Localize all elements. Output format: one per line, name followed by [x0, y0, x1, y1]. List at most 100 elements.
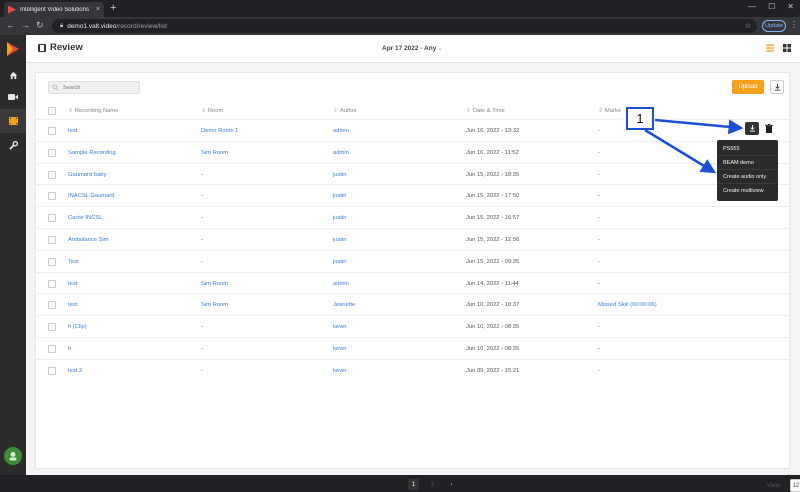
grid-view-icon[interactable] [782, 43, 792, 53]
cell-marker: - [598, 149, 600, 156]
cell-room[interactable]: Sim Room [201, 150, 228, 156]
row-checkbox[interactable] [48, 214, 56, 223]
close-window-icon[interactable]: ✕ [787, 2, 794, 11]
cell-name[interactable]: Carrie INCSL [68, 215, 102, 221]
page-button[interactable]: 1 [408, 479, 419, 490]
tab-close-icon[interactable]: × [96, 6, 100, 13]
new-tab-button[interactable]: + [110, 3, 116, 14]
next-page-icon[interactable]: › [446, 479, 457, 490]
row-checkbox[interactable] [48, 170, 56, 179]
column-header[interactable]: ⇕ Author [333, 108, 357, 114]
cell-name[interactable]: test [68, 128, 77, 134]
app-logo-icon[interactable] [5, 41, 21, 57]
select-all-checkbox[interactable] [48, 107, 56, 115]
list-view-icon[interactable] [765, 43, 775, 53]
cell-author[interactable]: admin [333, 150, 349, 156]
cell-room[interactable]: Sim Room [201, 302, 228, 308]
menu-item-create-multiview[interactable]: Create multiview [717, 184, 778, 198]
date-filter[interactable]: Apr 17 2022 - Any⌄ [382, 44, 443, 52]
cell-author[interactable]: kevin [333, 324, 347, 330]
cell-author[interactable]: Jeanette [333, 302, 355, 308]
table-row[interactable]: test Sim Room admin Jun 14, 2022 - 11:44 - [36, 271, 791, 294]
row-checkbox[interactable] [48, 366, 56, 375]
row-checkbox[interactable] [48, 323, 56, 332]
sidebar-item-record[interactable] [0, 85, 26, 109]
column-header[interactable]: ⇕ Date & Time [466, 108, 505, 114]
cell-name[interactable]: Gaumard baby [68, 172, 106, 178]
video-camera-icon [8, 94, 18, 100]
cell-room[interactable]: Sim Room [201, 281, 228, 287]
cell-author[interactable]: admin [333, 281, 349, 287]
cell-name[interactable]: Test [68, 259, 79, 265]
row-checkbox[interactable] [48, 148, 56, 157]
browser-menu-icon[interactable]: ⋮ [790, 20, 798, 29]
user-avatar[interactable] [4, 447, 22, 465]
row-checkbox[interactable] [48, 345, 56, 353]
cell-name[interactable]: Sample Recording [68, 150, 116, 156]
table-row[interactable]: Sample Recording Sim Room admin Jun 16, 202… [36, 140, 791, 163]
maximize-icon[interactable]: ☐ [768, 2, 775, 11]
row-download-button[interactable] [745, 122, 759, 135]
cell-author[interactable]: admin [333, 128, 349, 134]
menu-item-ps655[interactable]: PS655 [717, 142, 778, 156]
column-header[interactable]: ⇕ Marke [598, 108, 621, 114]
date-filter-label: Apr 17 2022 - Any [382, 45, 437, 52]
page-size-select[interactable]: 12⌄ [790, 479, 800, 492]
cell-author[interactable]: justin [333, 259, 347, 265]
reload-icon[interactable]: ↻ [36, 20, 44, 31]
cell-name[interactable]: h [68, 346, 71, 352]
table-header: ⇕ Recording Name ⇕ Room ⇕ Author ⇕ Date & Ti… [36, 107, 791, 119]
row-checkbox[interactable] [48, 127, 56, 135]
table-row[interactable]: h (Clip) - kevin Jun 10, 2022 - 08:35 - [36, 315, 791, 337]
row-checkbox[interactable] [48, 279, 56, 288]
cell-author[interactable]: justin [333, 215, 347, 221]
trash-icon[interactable] [765, 124, 773, 133]
row-checkbox[interactable] [48, 192, 56, 201]
cell-name[interactable]: test [68, 302, 77, 308]
address-bar[interactable]: 🔒︎ demo1.valt.video /record/review/list … [52, 19, 757, 33]
update-button[interactable]: Update [762, 20, 786, 32]
menu-item-create-audio-only[interactable]: Create audio only [717, 170, 778, 184]
cell-author[interactable]: kevin [333, 368, 347, 374]
row-checkbox[interactable] [48, 257, 56, 266]
sidebar-item-admin[interactable] [0, 133, 26, 157]
table-row[interactable]: Carrie INCSL - justin Jun 15, 2022 - 16:57 - [36, 206, 791, 228]
cell-name[interactable]: test 2 [68, 368, 82, 374]
column-header[interactable]: ⇕ Room [201, 108, 223, 114]
sidebar-item-home[interactable] [0, 63, 26, 87]
cell-name[interactable]: test [68, 281, 77, 287]
browser-tab[interactable]: Intelligent Video Solutions × [4, 2, 104, 17]
table-row[interactable]: test Demo Room 1 admin Jun 16, 2022 - 13:32… [36, 119, 791, 141]
cell-name[interactable]: INACSL Gaumard [68, 193, 115, 199]
table-row[interactable]: test 2 - kevin Jun 09, 2022 - 15:21 - [36, 358, 791, 381]
table-row[interactable]: h - kevin Jun 10, 2022 - 08:35 - [36, 337, 791, 359]
row-checkbox[interactable] [48, 236, 56, 244]
download-button[interactable] [770, 80, 784, 94]
table-row[interactable]: Test - justin Jun 15, 2022 - 09:35 - [36, 249, 791, 272]
cell-marker[interactable]: Missed Skill (00:00:06) [598, 302, 657, 308]
cell-room[interactable]: Demo Room 1 [201, 128, 238, 134]
bookmark-star-icon[interactable]: ☆ [745, 22, 751, 30]
table-row[interactable]: test Sim Room Jeanette Jun 10, 2022 - 10:37… [36, 293, 791, 315]
cell-name[interactable]: Ambulance Sim [68, 237, 109, 243]
row-checkbox[interactable] [48, 301, 56, 310]
cell-author[interactable]: justin [333, 172, 347, 178]
cell-author[interactable]: kevin [333, 346, 347, 352]
table-row[interactable]: Gaumard baby - justin Jun 15, 2022 - 18:35 - [36, 162, 791, 185]
cell-author[interactable]: justin [333, 193, 347, 199]
minimize-icon[interactable]: — [748, 2, 756, 11]
column-header[interactable]: ⇕ Recording Name [68, 108, 118, 114]
cell-date: Jun 15, 2022 - 09:35 [466, 258, 520, 265]
sidebar-item-review[interactable] [0, 109, 26, 133]
forward-icon[interactable]: → [21, 20, 30, 30]
page-button[interactable]: 2 [427, 479, 438, 490]
cell-name[interactable]: h (Clip) [68, 324, 87, 330]
search-input[interactable] [48, 81, 140, 94]
table-row[interactable]: INACSL Gaumard - justin Jun 15, 2022 - 17:5… [36, 184, 791, 206]
upload-button[interactable]: Upload [732, 80, 764, 94]
table-row[interactable]: Ambulance Sim - justin Jun 15, 2022 - 12:56… [36, 228, 791, 250]
menu-item-beam-demo[interactable]: BEAM demo [717, 156, 778, 170]
cell-author[interactable]: justin [333, 237, 347, 243]
back-icon[interactable]: ← [6, 20, 15, 30]
window-controls: — ☐ ✕ [748, 2, 794, 11]
